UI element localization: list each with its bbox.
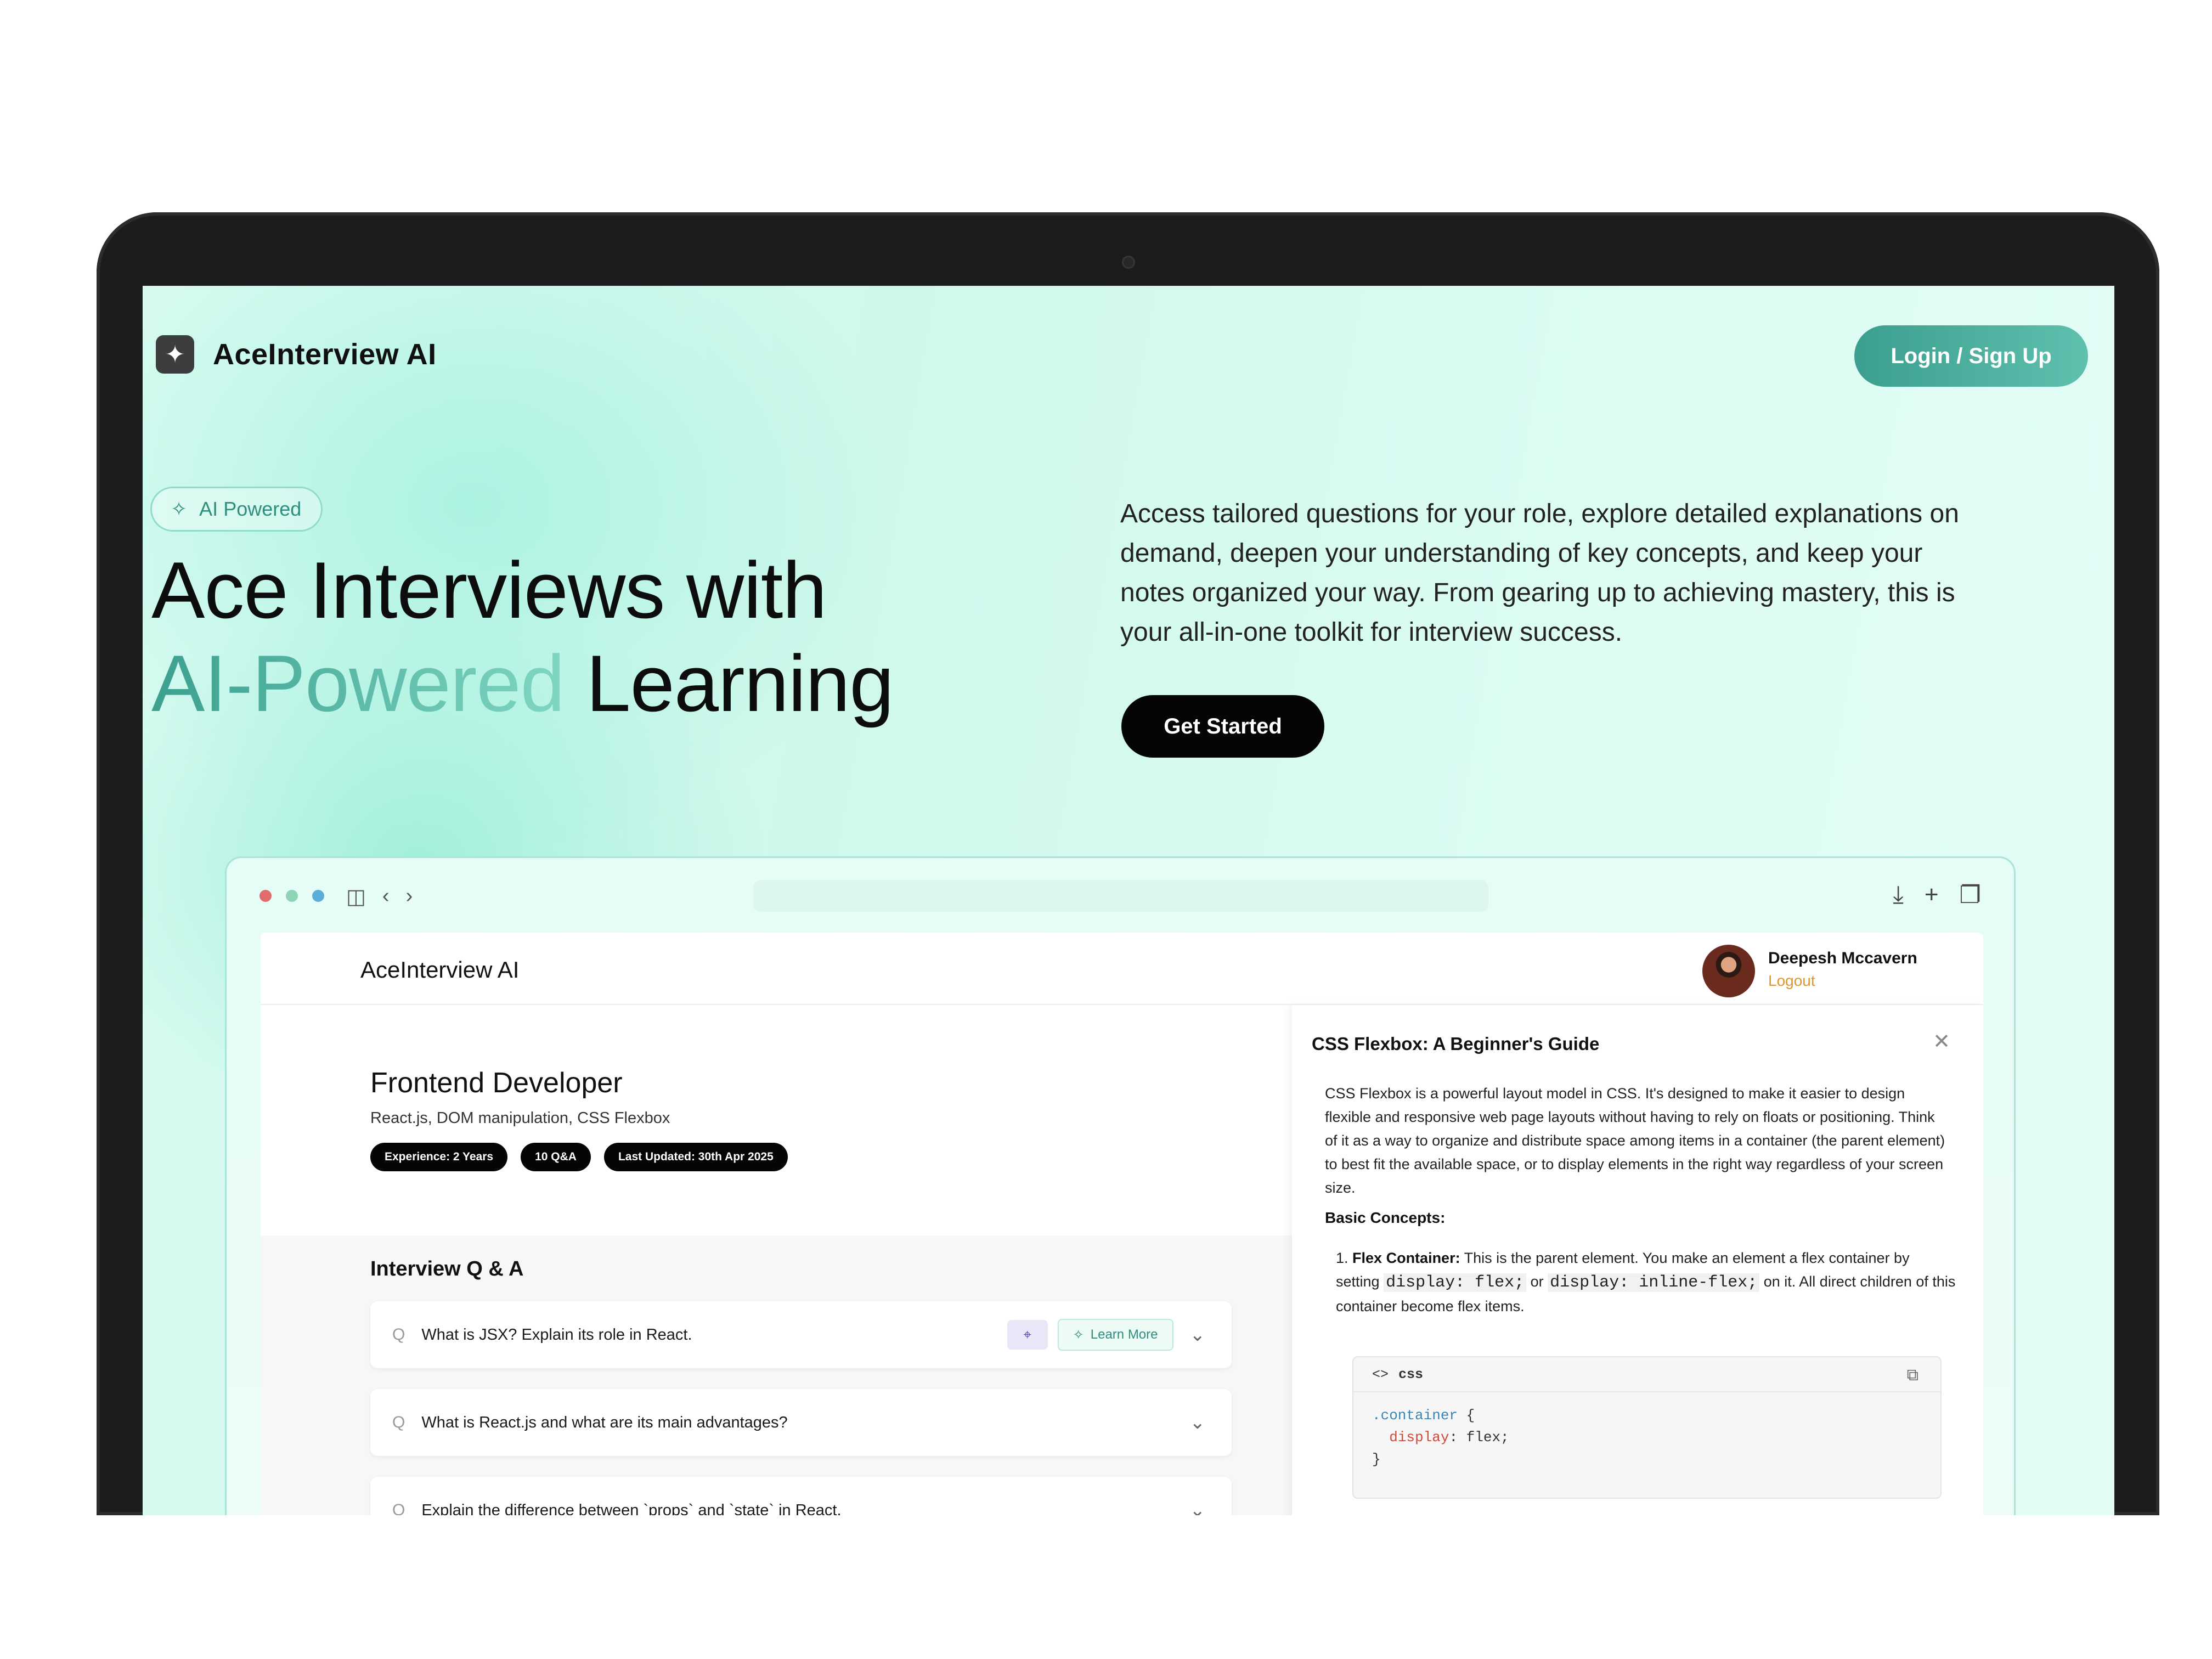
chevron-down-icon[interactable]: ⌄ bbox=[1190, 1324, 1206, 1346]
code-language: css bbox=[1398, 1366, 1424, 1383]
concept-or: or bbox=[1530, 1273, 1544, 1290]
download-icon[interactable]: ⤓ bbox=[1893, 881, 1903, 909]
hero-description: Access tailored questions for your role,… bbox=[1120, 499, 1959, 647]
back-icon[interactable]: ‹ bbox=[382, 884, 390, 909]
code-block: <> css ⧉ .container { display: flex; } bbox=[1352, 1356, 1942, 1499]
sparkles-icon: ✦ bbox=[156, 335, 194, 374]
code-brace-close: } bbox=[1372, 1451, 1381, 1468]
sparkles-icon: ✧ bbox=[171, 498, 188, 520]
concept-list-item: 1. Flex Container: This is the parent el… bbox=[1336, 1246, 1956, 1318]
code-header: <> css bbox=[1353, 1357, 1940, 1392]
login-signup-button[interactable]: Login / Sign Up bbox=[1854, 325, 2088, 387]
app-header: AceInterview AI Deepesh Mccavern Logout bbox=[261, 933, 1983, 1005]
pin-icon[interactable]: ⌖ bbox=[1007, 1320, 1048, 1350]
session-pane: Frontend Developer React.js, DOM manipul… bbox=[261, 1005, 1292, 1515]
question-text: What is JSX? Explain its role in React. bbox=[421, 1325, 692, 1344]
close-icon[interactable]: ✕ bbox=[1933, 1029, 1950, 1054]
copy-icon[interactable]: ⧉ bbox=[1907, 1366, 1918, 1385]
close-dot[interactable] bbox=[259, 890, 272, 902]
learn-more-drawer: CSS Flexbox: A Beginner's Guide ✕ CSS Fl… bbox=[1292, 1005, 1983, 1515]
basic-concepts-heading: Basic Concepts: bbox=[1325, 1209, 1446, 1226]
role-title: Frontend Developer bbox=[370, 1067, 623, 1099]
hero-title-accent: AI-Powered bbox=[151, 639, 565, 728]
qa-count-chip: 10 Q&A bbox=[521, 1143, 591, 1171]
question-icon: Q bbox=[392, 1501, 405, 1515]
badge-label: AI Powered bbox=[199, 498, 302, 520]
session-summary: Frontend Developer React.js, DOM manipul… bbox=[370, 1066, 801, 1171]
maximize-dot[interactable] bbox=[312, 890, 324, 902]
code-property: display bbox=[1389, 1429, 1449, 1446]
browser-nav: ◫ ‹ › bbox=[346, 884, 429, 909]
qa-item[interactable]: Q What is React.js and what are its main… bbox=[370, 1389, 1232, 1456]
qa-heading: Interview Q & A bbox=[370, 1257, 524, 1280]
experience-chip: Experience: 2 Years bbox=[370, 1143, 508, 1171]
code-brace-open: { bbox=[1458, 1407, 1475, 1424]
screen: ✦ AceInterview AI Login / Sign Up ✧ AI P… bbox=[143, 286, 2114, 1515]
code-selector: .container bbox=[1372, 1407, 1458, 1424]
session-chips: Experience: 2 Years 10 Q&A Last Updated:… bbox=[370, 1143, 801, 1171]
code-icon: <> bbox=[1372, 1366, 1389, 1383]
qa-item[interactable]: Q Explain the difference between `props`… bbox=[370, 1477, 1232, 1515]
code-lines: .container { display: flex; } bbox=[1353, 1392, 1940, 1482]
browser-actions: ⤓ + ❐ bbox=[1872, 881, 1981, 909]
chevron-down-icon[interactable]: ⌄ bbox=[1190, 1499, 1206, 1515]
question-icon: Q bbox=[392, 1413, 405, 1431]
code-value: : flex; bbox=[1449, 1429, 1509, 1446]
forward-icon[interactable]: › bbox=[406, 884, 413, 909]
ai-powered-badge: ✧ AI Powered bbox=[150, 487, 323, 532]
window-controls bbox=[259, 890, 338, 902]
new-tab-icon[interactable]: + bbox=[1925, 881, 1939, 909]
avatar[interactable] bbox=[1702, 945, 1755, 997]
camera-icon bbox=[1122, 256, 1135, 269]
question-icon: Q bbox=[392, 1325, 405, 1344]
sidebar-toggle-icon[interactable]: ◫ bbox=[346, 884, 366, 909]
inline-code: display: flex; bbox=[1384, 1273, 1527, 1292]
url-bar[interactable] bbox=[753, 880, 1488, 912]
hero-title-line1: Ace Interviews with bbox=[151, 545, 827, 635]
role-skills: React.js, DOM manipulation, CSS Flexbox bbox=[370, 1109, 670, 1127]
drawer-intro: CSS Flexbox is a powerful layout model i… bbox=[1325, 1085, 1945, 1196]
concept-label: Flex Container: bbox=[1352, 1250, 1460, 1266]
learn-more-label: Learn More bbox=[1090, 1327, 1158, 1342]
learn-more-button[interactable]: ✧ Learn More bbox=[1057, 1319, 1173, 1351]
minimize-dot[interactable] bbox=[286, 890, 298, 902]
user-name: Deepesh Mccavern bbox=[1768, 949, 1917, 967]
get-started-button[interactable]: Get Started bbox=[1121, 695, 1324, 758]
question-text: Explain the difference between `props` a… bbox=[421, 1501, 842, 1516]
hero-title: Ace Interviews with AI-Powered Learning bbox=[151, 544, 894, 730]
last-updated-chip: Last Updated: 30th Apr 2025 bbox=[603, 1143, 788, 1171]
question-text: What is React.js and what are its main a… bbox=[421, 1413, 788, 1431]
app-title[interactable]: AceInterview AI bbox=[360, 957, 519, 983]
drawer-title: CSS Flexbox: A Beginner's Guide bbox=[1312, 1034, 1600, 1054]
brand[interactable]: ✦ AceInterview AI bbox=[156, 335, 437, 374]
brand-name: AceInterview AI bbox=[213, 338, 437, 371]
hero-title-rest: Learning bbox=[586, 639, 894, 728]
logout-link[interactable]: Logout bbox=[1768, 972, 1815, 990]
list-number: 1. bbox=[1336, 1250, 1348, 1266]
app-content: AceInterview AI Deepesh Mccavern Logout … bbox=[261, 933, 1983, 1515]
tabs-overview-icon[interactable]: ❐ bbox=[1960, 881, 1981, 909]
inline-code: display: inline-flex; bbox=[1548, 1273, 1760, 1292]
sparkles-icon: ✧ bbox=[1073, 1327, 1084, 1342]
qa-item[interactable]: Q What is JSX? Explain its role in React… bbox=[370, 1301, 1232, 1368]
chevron-down-icon[interactable]: ⌄ bbox=[1190, 1412, 1206, 1434]
app-preview-window: ◫ ‹ › ⤓ + ❐ AceInterview AI Deepesh Mcca… bbox=[225, 856, 2016, 1515]
qa-section: Interview Q & A Q What is JSX? Explain i… bbox=[261, 1235, 1292, 1515]
